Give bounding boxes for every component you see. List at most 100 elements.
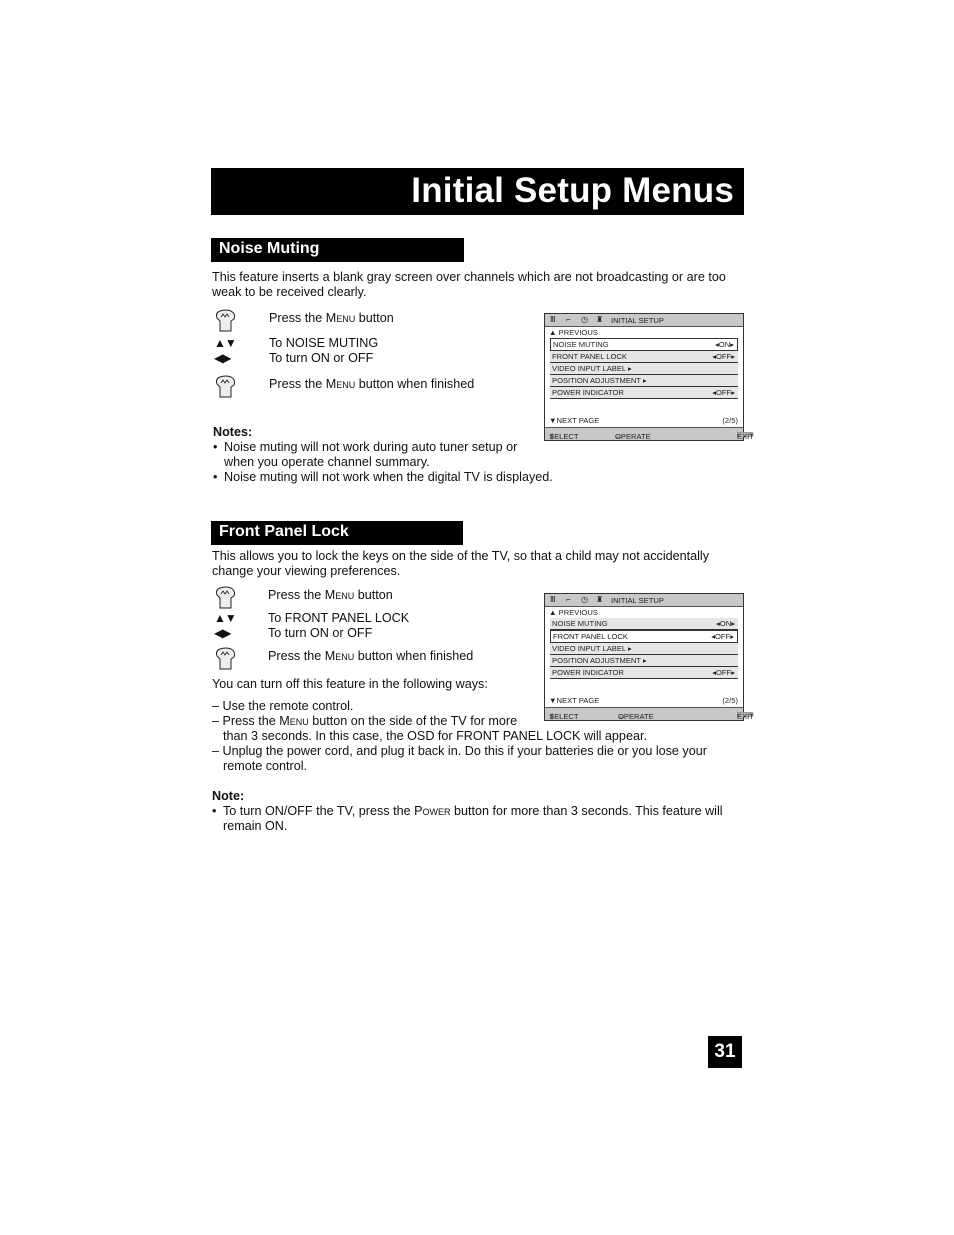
step-navigate: To FRONT PANEL LOCK bbox=[268, 611, 410, 625]
osd-value-text: OFF bbox=[716, 668, 732, 677]
step-press-menu: Press the Menu button bbox=[268, 588, 393, 603]
power-key-label: Power bbox=[414, 804, 451, 818]
osd-item-noise-muting: NOISE MUTING ◂ON▸ bbox=[550, 618, 738, 630]
left-right-arrows-icon: ◀▶ bbox=[214, 351, 231, 365]
section-heading-text: Front Panel Lock bbox=[219, 523, 349, 540]
note-text: To turn ON/OFF the TV, press the bbox=[223, 804, 415, 818]
osd-item-value: ◂OFF▸ bbox=[712, 668, 735, 677]
step-press-menu-finished: Press the Menu button when finished bbox=[268, 649, 473, 664]
step-press-menu-finished: Press the Menu button when finished bbox=[269, 377, 474, 392]
osd-previous-label: PREVIOUS bbox=[558, 328, 598, 337]
osd-item-power-indicator: POWER INDICATOR ◂OFF▸ bbox=[550, 387, 738, 399]
up-triangle-icon: ▲ bbox=[549, 328, 559, 337]
picture-icon: Ⅲ bbox=[550, 315, 556, 324]
bullet: • bbox=[212, 804, 217, 818]
osd-value-text: OFF bbox=[716, 388, 732, 397]
menu-key-label: Menu bbox=[325, 311, 356, 325]
osd-item-label: NOISE MUTING bbox=[552, 619, 608, 628]
osd-item-label: VIDEO INPUT LABEL ▸ bbox=[552, 364, 632, 373]
up-triangle-icon: ▲ bbox=[549, 608, 559, 617]
step-press-menu: Press the Menu button bbox=[269, 311, 394, 326]
way-item: – Unplug the power cord, and plug it bac… bbox=[212, 744, 707, 758]
way-item-cont: remote control. bbox=[223, 759, 307, 773]
osd-operate-label: OPERATE bbox=[618, 712, 654, 721]
menu-key-label: Menu bbox=[279, 714, 309, 728]
osd-item-position-adjustment: POSITION ADJUSTMENT ▸ bbox=[550, 655, 738, 667]
step-text: button when finished bbox=[355, 377, 475, 391]
down-triangle-icon: ▼ bbox=[549, 416, 557, 425]
note-heading: Note: bbox=[212, 789, 245, 803]
osd-item-value: ◂ON▸ bbox=[714, 340, 734, 349]
up-down-arrows-icon: ▲▼ bbox=[214, 611, 237, 625]
osd-previous: ▲ PREVIOUS bbox=[549, 328, 598, 337]
osd-item-label: POWER INDICATOR bbox=[552, 388, 624, 397]
osd-next-page: ▼NEXT PAGE bbox=[549, 416, 599, 425]
clock-icon: ◷ bbox=[581, 595, 588, 604]
way-item: – Press the Menu button on the side of t… bbox=[212, 714, 517, 729]
osd-item-label: FRONT PANEL LOCK bbox=[553, 632, 628, 641]
osd-initial-setup-front-panel-lock: Ⅲ ⌐ ◷ ♜ INITIAL SETUP ▲ PREVIOUS NOISE M… bbox=[544, 593, 754, 721]
step-toggle: To turn ON or OFF bbox=[268, 626, 373, 640]
note-text: Noise muting will not work when the digi… bbox=[224, 470, 553, 484]
step-text: Press the bbox=[269, 311, 326, 325]
menu-key-label: Menu bbox=[324, 588, 355, 602]
front-panel-lock-intro: This allows you to lock the keys on the … bbox=[212, 549, 710, 578]
osd-item-label-text: VIDEO INPUT LABEL bbox=[552, 364, 626, 373]
page-title: Initial Setup Menus bbox=[411, 171, 734, 210]
section-heading-front-panel-lock: Front Panel Lock bbox=[211, 521, 463, 545]
osd-select-label: SELECT bbox=[549, 432, 579, 441]
bullet: • bbox=[213, 440, 218, 454]
osd-previous-label: PREVIOUS bbox=[558, 608, 598, 617]
osd-item-value: ◂OFF▸ bbox=[711, 632, 734, 641]
way-item: – Use the remote control. bbox=[212, 699, 354, 713]
osd-item-label: NOISE MUTING bbox=[553, 340, 609, 349]
left-right-arrows-icon: ◀▶ bbox=[214, 626, 231, 640]
sound-icon: ⌐ bbox=[566, 315, 571, 324]
step-text: Press the bbox=[268, 649, 325, 663]
setup-icon: ♜ bbox=[596, 315, 604, 324]
page-title-bar: Initial Setup Menus bbox=[211, 168, 744, 215]
hand-press-icon bbox=[214, 309, 236, 338]
osd-item-label: FRONT PANEL LOCK bbox=[552, 352, 627, 361]
osd-exit-label: EXIT bbox=[737, 712, 754, 721]
osd-item-front-panel-lock: FRONT PANEL LOCK ◂OFF▸ bbox=[550, 630, 738, 643]
osd-value-text: OFF bbox=[715, 632, 731, 641]
osd-item-position-adjustment: POSITION ADJUSTMENT ▸ bbox=[550, 375, 738, 387]
osd-item-label: POWER INDICATOR bbox=[552, 668, 624, 677]
osd-item-video-input-label: VIDEO INPUT LABEL ▸ bbox=[550, 643, 738, 655]
note-text: button for more than 3 seconds. This fea… bbox=[450, 804, 723, 818]
clock-icon: ◷ bbox=[581, 315, 588, 324]
up-down-arrows-icon: ▲▼ bbox=[214, 336, 237, 350]
note-item: • Noise muting will not work when the di… bbox=[213, 470, 573, 485]
noise-muting-intro: This feature inserts a blank gray screen… bbox=[212, 270, 726, 299]
osd-item-label-text: POSITION ADJUSTMENT bbox=[552, 656, 641, 665]
osd-next-page-label: NEXT PAGE bbox=[556, 696, 600, 705]
osd-initial-setup-noise-muting: Ⅲ ⌐ ◷ ♜ INITIAL SETUP ▲ PREVIOUS NOISE M… bbox=[544, 313, 754, 441]
osd-item-front-panel-lock: FRONT PANEL LOCK ◂OFF▸ bbox=[550, 351, 738, 363]
menu-key-label: Menu bbox=[324, 649, 355, 663]
osd-value-text: ON bbox=[718, 340, 731, 349]
way-text: – Press the bbox=[212, 714, 280, 728]
osd-item-label: POSITION ADJUSTMENT ▸ bbox=[552, 376, 647, 385]
way-item-cont: than 3 seconds. In this case, the OSD fo… bbox=[223, 729, 647, 743]
osd-item-value: ◂ON▸ bbox=[715, 619, 735, 628]
bullet: • bbox=[213, 470, 218, 484]
osd-item-label-text: VIDEO INPUT LABEL bbox=[552, 644, 626, 653]
note-item: • Noise muting will not work during auto… bbox=[213, 440, 533, 470]
step-navigate: To NOISE MUTING bbox=[269, 336, 379, 350]
hand-press-icon bbox=[214, 647, 236, 676]
down-triangle-icon: ▼ bbox=[549, 696, 557, 705]
section-heading-text: Noise Muting bbox=[219, 240, 320, 257]
osd-item-value: ◂OFF▸ bbox=[712, 352, 735, 361]
osd-footer: ⇕ SELECT ⇔ OPERATE MENU EXIT bbox=[545, 707, 754, 721]
step-text: button bbox=[355, 311, 394, 325]
osd-next-page-label: NEXT PAGE bbox=[556, 416, 600, 425]
step-text: button when finished bbox=[354, 649, 474, 663]
osd-item-value: ◂OFF▸ bbox=[712, 388, 735, 397]
step-text: button bbox=[354, 588, 393, 602]
osd-page-indicator: (2/5) bbox=[722, 696, 738, 705]
menu-key-label: Menu bbox=[325, 377, 356, 391]
osd-item-noise-muting: NOISE MUTING ◂ON▸ bbox=[550, 338, 738, 351]
osd-header: Ⅲ ⌐ ◷ ♜ INITIAL SETUP bbox=[545, 314, 743, 327]
note-text: Noise muting will not work during auto t… bbox=[224, 440, 518, 469]
